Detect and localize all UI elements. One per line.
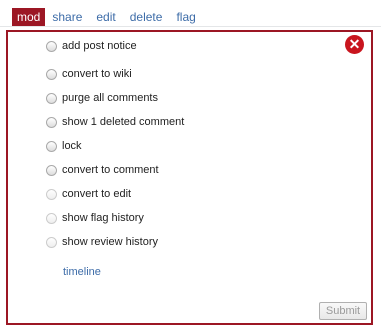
option-add-post-notice[interactable]: add post notice <box>46 38 137 54</box>
option-show-review-history: show review history <box>46 234 158 250</box>
radio-add-post-notice[interactable] <box>46 40 57 52</box>
mod-popup: ✕ add post notice convert to wiki purge … <box>6 30 373 325</box>
menu-divider <box>0 26 381 27</box>
radio-show-deleted-comment[interactable] <box>46 116 57 128</box>
option-label: add post notice <box>62 40 137 52</box>
option-label: show review history <box>62 236 158 248</box>
radio-purge-all-comments[interactable] <box>46 92 57 104</box>
post-menu-bar: mod share edit delete flag <box>0 0 381 27</box>
option-label: show 1 deleted comment <box>62 116 185 128</box>
close-icon[interactable]: ✕ <box>345 35 364 54</box>
option-show-deleted-comment[interactable]: show 1 deleted comment <box>46 114 184 130</box>
option-label: lock <box>62 140 82 152</box>
edit-link[interactable]: edit <box>96 8 115 26</box>
option-purge-all-comments[interactable]: purge all comments <box>46 90 158 106</box>
timeline-link[interactable]: timeline <box>63 266 101 278</box>
option-label: convert to comment <box>62 164 159 176</box>
option-lock[interactable]: lock <box>46 138 82 154</box>
radio-convert-to-wiki[interactable] <box>46 68 57 80</box>
option-label: convert to wiki <box>62 68 132 80</box>
share-link[interactable]: share <box>52 8 82 26</box>
option-convert-to-edit: convert to edit <box>46 186 131 202</box>
delete-link[interactable]: delete <box>130 8 163 26</box>
radio-lock[interactable] <box>46 140 57 152</box>
radio-convert-to-comment[interactable] <box>46 164 57 176</box>
radio-show-flag-history <box>46 212 57 224</box>
option-label: convert to edit <box>62 188 132 200</box>
option-label: show flag history <box>62 212 144 224</box>
submit-button[interactable]: Submit <box>319 302 367 320</box>
post-menu: mod share edit delete flag <box>12 8 210 26</box>
radio-show-review-history <box>46 236 57 248</box>
mod-menu-link[interactable]: mod <box>12 8 46 26</box>
option-convert-to-wiki[interactable]: convert to wiki <box>46 66 132 82</box>
option-label: purge all comments <box>62 92 158 104</box>
option-convert-to-comment[interactable]: convert to comment <box>46 162 159 178</box>
radio-convert-to-edit <box>46 188 57 200</box>
flag-link[interactable]: flag <box>176 8 195 26</box>
option-show-flag-history: show flag history <box>46 210 144 226</box>
